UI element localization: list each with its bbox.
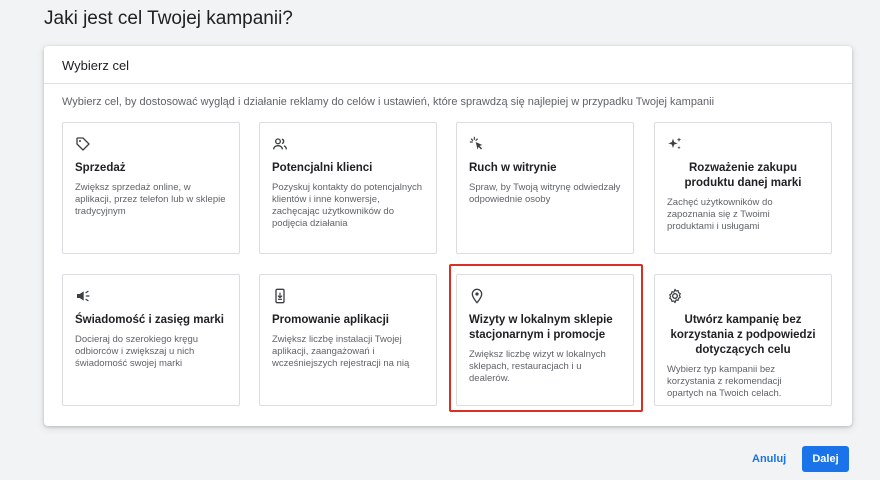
goal-card-description: Zwiększ liczbę wizyt w lokalnych sklepac… xyxy=(469,349,606,384)
goal-card-title: Rozważenie zakupu produktu danej marki xyxy=(684,162,802,189)
goal-panel: Wybierz cel Wybierz cel, by dostosować w… xyxy=(44,46,852,426)
goal-card-description: Docieraj do szerokiego kręgu odbiorców i… xyxy=(75,334,199,369)
goal-card-no-goal[interactable]: Utwórz kampanię bez korzystania z podpow… xyxy=(654,274,832,406)
panel-header: Wybierz cel xyxy=(44,46,852,84)
goal-card-title: Utwórz kampanię bez korzystania z podpow… xyxy=(670,314,816,356)
megaphone-icon xyxy=(75,288,91,304)
goal-card-leads[interactable]: Potencjalni klienci Pozyskuj kontakty do… xyxy=(259,122,437,254)
goal-card-description: Spraw, by Twoją witrynę odwiedzały odpow… xyxy=(469,182,621,205)
goal-card-description: Wybierz typ kampanii bez korzystania z r… xyxy=(667,364,782,399)
phone-download-icon xyxy=(272,288,288,304)
sparkle-icon xyxy=(667,136,683,152)
next-button[interactable]: Dalej xyxy=(802,446,849,472)
goal-card-title: Sprzedaż xyxy=(75,162,126,174)
goal-card-brand-awareness[interactable]: Świadomość i zasięg marki Docieraj do sz… xyxy=(62,274,240,406)
goal-card-title: Wizyty w lokalnym sklepie stacjonarnym i… xyxy=(469,314,613,341)
goal-card-description: Zachęć użytkowników do zapoznania się z … xyxy=(667,197,773,232)
panel-description: Wybierz cel, by dostosować wygląd i dzia… xyxy=(62,96,715,108)
goal-card-website-traffic[interactable]: Ruch w witrynie Spraw, by Twoją witrynę … xyxy=(456,122,634,254)
goal-card-title: Świadomość i zasięg marki xyxy=(75,314,224,326)
gear-icon xyxy=(667,288,683,304)
goal-card-title: Potencjalni klienci xyxy=(272,162,373,174)
goal-card-description: Zwiększ liczbę instalacji Twojej aplikac… xyxy=(272,334,410,369)
goal-card-description: Zwiększ sprzedaż online, w aplikacji, pr… xyxy=(75,182,226,217)
location-pin-icon xyxy=(469,288,485,304)
goal-card-app-promotion[interactable]: Promowanie aplikacji Zwiększ liczbę inst… xyxy=(259,274,437,406)
tag-icon xyxy=(75,136,91,152)
people-icon xyxy=(272,136,288,152)
cancel-button[interactable]: Anuluj xyxy=(752,448,786,470)
goal-card-description: Pozyskuj kontakty do potencjalnych klien… xyxy=(272,182,422,229)
goal-card-title: Promowanie aplikacji xyxy=(272,314,389,326)
goal-card-sales[interactable]: Sprzedaż Zwiększ sprzedaż online, w apli… xyxy=(62,122,240,254)
cursor-click-icon xyxy=(469,136,485,152)
goal-card-title: Ruch w witrynie xyxy=(469,162,557,174)
goal-card-product-consideration[interactable]: Rozważenie zakupu produktu danej marki Z… xyxy=(654,122,832,254)
goal-card-local-store-visits[interactable]: Wizyty w lokalnym sklepie stacjonarnym i… xyxy=(456,274,634,406)
page-title: Jaki jest cel Twojej kampanii? xyxy=(44,8,293,29)
